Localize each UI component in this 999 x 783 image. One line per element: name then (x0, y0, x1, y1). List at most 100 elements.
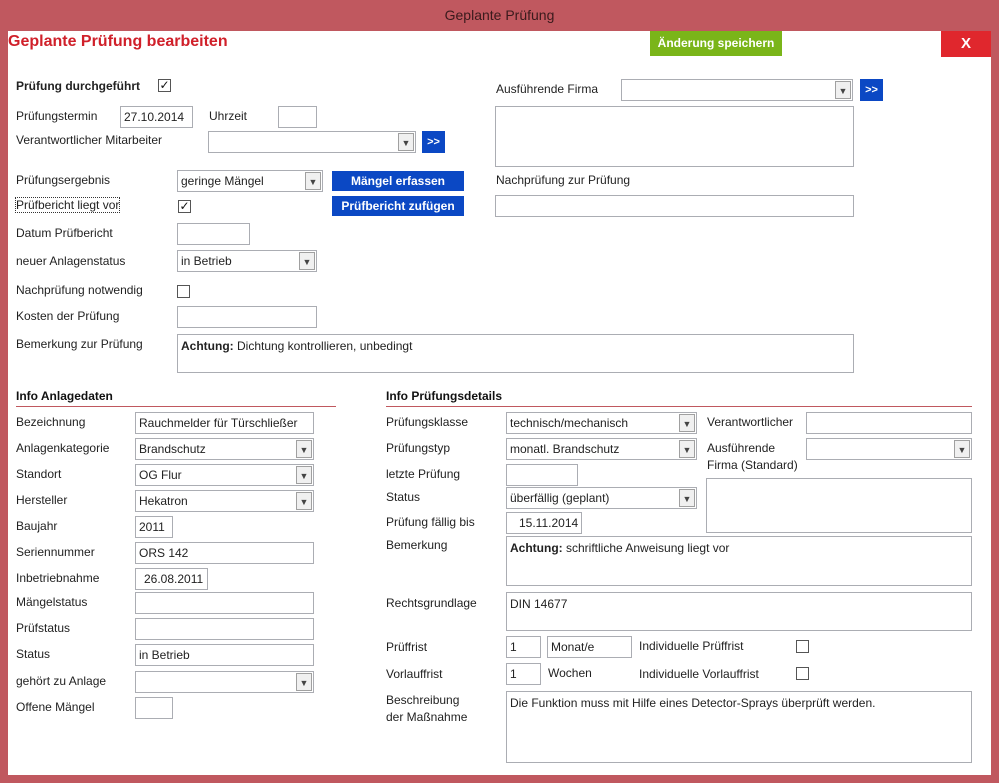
new-status-label: neuer Anlagenstatus (16, 254, 126, 268)
anlage-label: Status (16, 647, 51, 661)
individual-lead-checkbox[interactable] (796, 667, 809, 680)
cost-label: Kosten der Prüfung (16, 309, 120, 323)
anlage-label: Hersteller (16, 493, 68, 507)
recheck-link-field[interactable] (495, 195, 854, 217)
parent-select[interactable]: ▼ (135, 671, 314, 693)
lead-field[interactable]: 1 (506, 663, 541, 685)
interval-field[interactable]: 1 (506, 636, 541, 658)
year-field[interactable]: 2011 (135, 516, 173, 538)
type-label: Prüfungstyp (386, 441, 451, 455)
chevron-down-icon: ▼ (296, 466, 312, 484)
default-firm-select[interactable]: ▼ (806, 438, 972, 460)
date-label: Prüfungstermin (16, 109, 98, 123)
anlage-heading: Info Anlagedaten (16, 389, 113, 403)
chevron-down-icon: ▼ (296, 673, 312, 691)
result-value: geringe Mängel (181, 174, 264, 188)
remark-text: Dichtung kontrollieren, unbedingt (233, 339, 413, 353)
serial-field[interactable]: ORS 142 (135, 542, 314, 564)
individual-interval-checkbox[interactable] (796, 640, 809, 653)
result-select[interactable]: geringe Mängel ▼ (177, 170, 323, 192)
class-value: technisch/mechanisch (510, 416, 629, 430)
employee-more-button[interactable]: >> (422, 131, 445, 153)
details-status-label: Status (386, 490, 421, 504)
recheck-needed-label: Nachprüfung notwendig (16, 283, 143, 297)
anlage-label: Offene Mängel (16, 700, 95, 714)
open-defects-field[interactable] (135, 697, 173, 719)
default-firm-label-2: Firma (Standard) (707, 458, 798, 472)
new-status-select[interactable]: in Betrieb ▼ (177, 250, 317, 272)
details-remark-area[interactable]: Achtung: schriftliche Anweisung liegt vo… (506, 536, 972, 586)
close-button[interactable]: X (941, 31, 991, 57)
report-checkbox[interactable]: ✓ (178, 200, 191, 213)
last-check-label: letzte Prüfung (386, 467, 461, 481)
recheck-needed-checkbox[interactable] (177, 285, 190, 298)
firm-select[interactable]: ▼ (621, 79, 853, 101)
new-status-value: in Betrieb (181, 254, 232, 268)
description-area[interactable]: Die Funktion muss mit Hilfe eines Detect… (506, 691, 972, 763)
date-field[interactable]: 27.10.2014 (120, 106, 193, 128)
chevron-down-icon: ▼ (679, 440, 695, 458)
individual-lead-label: Individuelle Vorlauffrist (639, 667, 759, 681)
done-checkbox[interactable]: ✓ (158, 79, 171, 92)
last-check-field[interactable] (506, 464, 578, 486)
interval-unit-field[interactable]: Monat/e (547, 636, 632, 658)
anlage-label: Bezeichnung (16, 415, 86, 429)
chevron-down-icon: ▼ (398, 133, 414, 151)
legal-area[interactable]: DIN 14677 (506, 592, 972, 631)
details-heading: Info Prüfungsdetails (386, 389, 503, 403)
details-status-select[interactable]: überfällig (geplant) ▼ (506, 487, 697, 509)
category-value: Brandschutz (139, 442, 206, 456)
default-firm-details-area[interactable] (706, 478, 972, 533)
firm-details-area[interactable] (495, 106, 854, 167)
manufacturer-value: Hekatron (139, 494, 188, 508)
location-select[interactable]: OG Flur ▼ (135, 464, 314, 486)
default-firm-label-1: Ausführende (707, 441, 776, 455)
lead-unit: Wochen (548, 666, 592, 680)
type-select[interactable]: monatl. Brandschutz ▼ (506, 438, 697, 460)
add-defects-button[interactable]: Mängel erfassen (332, 171, 464, 191)
details-status-value: überfällig (geplant) (510, 491, 610, 505)
check-status-field[interactable] (135, 618, 314, 640)
add-report-button[interactable]: Prüfbericht zufügen (332, 196, 464, 216)
anlage-label: Inbetriebnahme (16, 571, 100, 585)
chevron-down-icon: ▼ (954, 440, 970, 458)
class-select[interactable]: technisch/mechanisch ▼ (506, 412, 697, 434)
time-field[interactable] (278, 106, 317, 128)
report-date-label: Datum Prüfbericht (16, 226, 113, 240)
anlage-label: Baujahr (16, 519, 58, 533)
anlage-label: Standort (16, 467, 62, 481)
interval-label: Prüffrist (386, 640, 428, 654)
manufacturer-select[interactable]: Hekatron ▼ (135, 490, 314, 512)
chevron-down-icon: ▼ (679, 489, 695, 507)
report-date-field[interactable] (177, 223, 250, 245)
anlage-label: Anlagenkategorie (16, 441, 110, 455)
individual-interval-label: Individuelle Prüffrist (639, 639, 744, 653)
firm-more-button[interactable]: >> (860, 79, 883, 101)
window-title: Geplante Prüfung (444, 7, 555, 23)
due-field[interactable]: 15.11.2014 (506, 512, 582, 534)
chevron-down-icon: ▼ (305, 172, 321, 190)
status-field[interactable]: in Betrieb (135, 644, 314, 666)
recheck-link-label: Nachprüfung zur Prüfung (496, 173, 631, 187)
employee-select[interactable]: ▼ (208, 131, 416, 153)
responsible-field[interactable] (806, 412, 972, 434)
type-value: monatl. Brandschutz (510, 442, 620, 456)
defect-status-field[interactable] (135, 592, 314, 614)
chevron-down-icon: ▼ (296, 492, 312, 510)
chevron-down-icon: ▼ (679, 414, 695, 432)
details-remark-text: schriftliche Anweisung liegt vor (562, 541, 730, 555)
anlage-name-field[interactable]: Rauchmelder für Türschließer (135, 412, 314, 434)
details-remark-label: Bemerkung (386, 538, 448, 552)
result-label: Prüfungsergebnis (16, 173, 111, 187)
description-label-1: Beschreibung (386, 693, 460, 707)
remark-area[interactable]: Achtung: Dichtung kontrollieren, unbedin… (177, 334, 854, 373)
employee-label: Verantwortlicher Mitarbeiter (16, 133, 163, 147)
report-label: Prüfbericht liegt vor (14, 197, 121, 213)
category-select[interactable]: Brandschutz ▼ (135, 438, 314, 460)
details-remark-bold: Achtung: (510, 541, 563, 555)
anlage-label: Seriennummer (16, 545, 95, 559)
save-button[interactable]: Änderung speichern (650, 31, 782, 56)
commissioning-field[interactable]: 26.08.2011 (135, 568, 208, 590)
cost-field[interactable] (177, 306, 317, 328)
legal-label: Rechtsgrundlage (386, 596, 477, 610)
